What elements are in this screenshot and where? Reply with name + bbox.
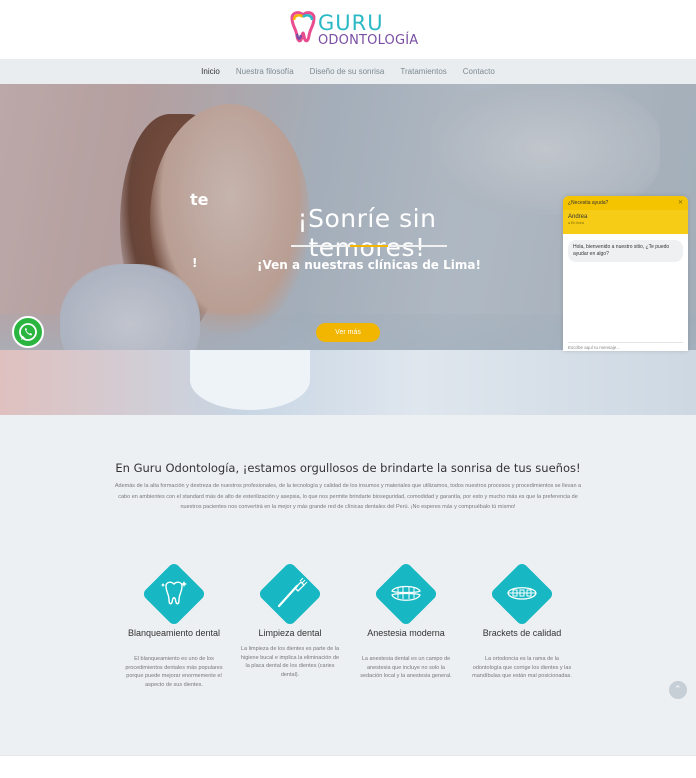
- about-text: Además de la alta formación y destreza d…: [114, 483, 582, 510]
- nav-item-inicio[interactable]: Inicio: [201, 67, 220, 76]
- chat-input[interactable]: Escribe aquí tu mensaje...: [568, 342, 683, 351]
- hero-photo-mask: [190, 350, 310, 410]
- whatsapp-button[interactable]: [12, 316, 44, 348]
- toothbrush-icon: [277, 577, 308, 608]
- chat-header-title: ¿Necesita ayuda?: [568, 200, 609, 206]
- whatsapp-icon: [19, 323, 37, 341]
- chat-header[interactable]: ¿Necesita ayuda? ✕: [563, 196, 688, 210]
- nav-item-contacto[interactable]: Contacto: [463, 67, 495, 76]
- tooth-logo-icon: [290, 11, 316, 43]
- service-title: Limpieza dental: [258, 628, 322, 638]
- chat-agent-status: ● En línea: [568, 221, 584, 225]
- hero-text-fragment-2: !: [192, 256, 198, 270]
- footer-edge: [0, 755, 696, 778]
- chat-agent-bar: Andrea ● En línea: [563, 210, 688, 234]
- main-nav: Inicio Nuestra filosofía Diseño de su so…: [0, 59, 696, 84]
- page: GURU ODONTOLOGÍA Inicio Nuestra filosofí…: [0, 0, 696, 778]
- chat-widget[interactable]: ¿Necesita ayuda? ✕ Andrea ● En línea Hol…: [563, 196, 688, 351]
- site-header: GURU ODONTOLOGÍA: [0, 0, 696, 59]
- chat-agent-name: Andrea: [568, 214, 588, 220]
- chat-close-icon[interactable]: ✕: [678, 199, 683, 206]
- chevron-up-icon: ⌃: [674, 684, 682, 694]
- service-title: Brackets de calidad: [482, 628, 562, 638]
- hero-photo-lower: [0, 350, 696, 415]
- hero-text-fragment: te: [190, 190, 209, 209]
- nav-item-nuestra-filosofia[interactable]: Nuestra filosofía: [236, 67, 294, 76]
- nav-item-tratamientos[interactable]: Tratamientos: [400, 67, 446, 76]
- service-description: El blanqueamiento es uno de los procedim…: [125, 656, 223, 688]
- service-description: La limpieza de los dientes es parte de l…: [240, 646, 340, 678]
- chat-message: Hola, bienvenido a nuestro sitio, ¿Te pu…: [568, 240, 683, 262]
- logo-text-odontologia: ODONTOLOGÍA: [318, 33, 419, 48]
- hero-title: ¡Sonríe sin temores!: [297, 204, 437, 262]
- sparkling-tooth-icon: [161, 581, 187, 605]
- scroll-to-top-button[interactable]: ⌃: [669, 681, 687, 699]
- hero-subtitle: ¡Ven a nuestras clínicas de Lima!: [257, 258, 481, 272]
- logo-text-guru: GURU: [318, 11, 384, 35]
- about-title: En Guru Odontología, ¡estamos orgullosos…: [115, 461, 581, 475]
- braces-icon: [507, 587, 537, 600]
- ver-mas-button[interactable]: Ver más: [316, 323, 380, 342]
- nav-item-diseno-de-su-sonrisa[interactable]: Diseño de su sonrisa: [310, 67, 385, 76]
- service-description: La ortodoncia es la rama de la odontolog…: [472, 656, 572, 680]
- dentures-icon: [391, 585, 421, 601]
- about-section: En Guru Odontología, ¡estamos orgullosos…: [0, 415, 696, 755]
- hero-divider-accent: [350, 245, 388, 247]
- logo[interactable]: GURU ODONTOLOGÍA: [288, 10, 418, 50]
- service-title: Blanqueamiento dental: [127, 628, 221, 638]
- service-description: La anestesia dental es un campo de anest…: [360, 656, 452, 680]
- service-title: Anestesia moderna: [367, 628, 445, 638]
